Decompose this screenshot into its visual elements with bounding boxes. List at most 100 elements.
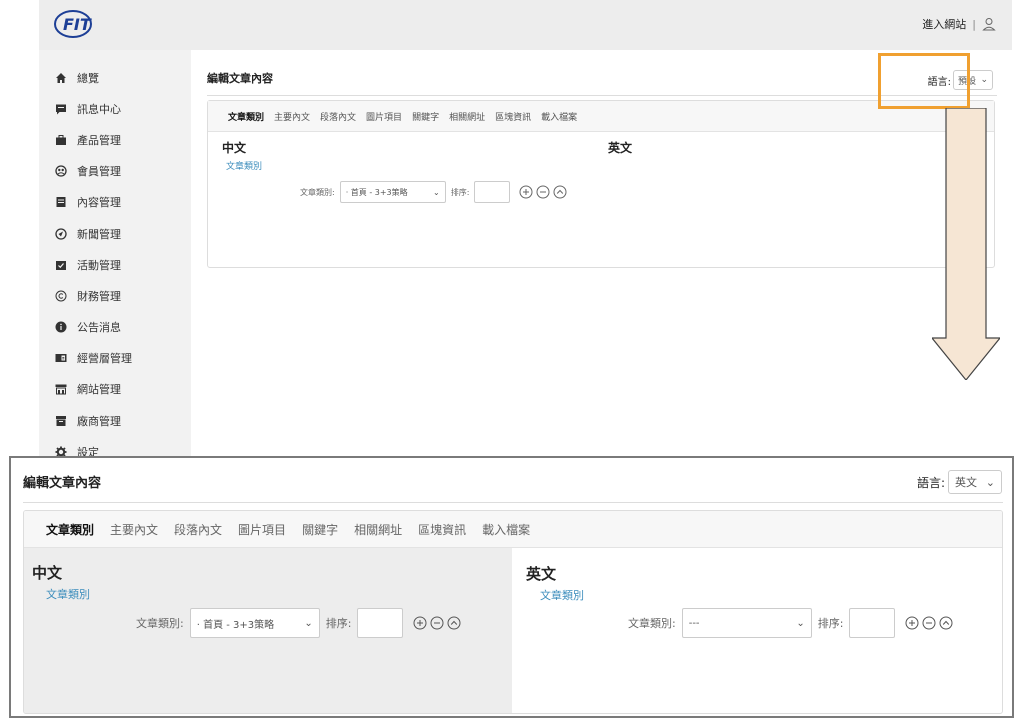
enter-site-link[interactable]: 進入網站 bbox=[922, 16, 966, 32]
tab-keywords[interactable]: 關鍵字 bbox=[412, 110, 439, 123]
title-divider bbox=[23, 502, 1003, 503]
category-value: · 首頁 - 3+3策略 bbox=[196, 619, 275, 631]
remove-circle-icon[interactable] bbox=[922, 616, 936, 630]
chevron-down-icon: ⌄ bbox=[796, 617, 805, 629]
remove-circle-icon[interactable] bbox=[430, 616, 444, 630]
sidebar-item-events[interactable]: 活動管理 bbox=[39, 249, 191, 280]
sidebar-item-settings[interactable]: 設定 bbox=[39, 436, 191, 456]
sidebar-item-label: 產品管理 bbox=[77, 133, 121, 147]
move-up-circle-icon[interactable] bbox=[553, 185, 567, 199]
sidebar-item-content[interactable]: 內容管理 bbox=[39, 187, 191, 218]
row-controls bbox=[905, 616, 953, 630]
chinese-heading: 中文 bbox=[222, 141, 247, 155]
document-icon bbox=[55, 196, 67, 208]
tab-category[interactable]: 文章類別 bbox=[46, 521, 94, 538]
sidebar-item-products[interactable]: 產品管理 bbox=[39, 124, 191, 155]
category-value: --- bbox=[688, 617, 700, 629]
chevron-down-icon: ⌄ bbox=[980, 75, 988, 85]
website-icon bbox=[55, 383, 67, 395]
home-icon bbox=[55, 72, 67, 84]
tab-block-info[interactable]: 區塊資訊 bbox=[418, 521, 466, 538]
sidebar-item-overview[interactable]: 總覽 bbox=[39, 62, 191, 93]
calendar-check-icon bbox=[55, 259, 67, 271]
category-value: · 首頁 - 3+3策略 bbox=[345, 187, 408, 197]
sort-label: 排序: bbox=[325, 617, 352, 630]
copyright-icon bbox=[55, 290, 67, 302]
fit-logo: FIT bbox=[54, 10, 92, 38]
message-icon bbox=[55, 103, 67, 115]
tab-paragraph[interactable]: 段落內文 bbox=[320, 110, 356, 123]
sidebar-item-label: 活動管理 bbox=[77, 258, 121, 272]
sidebar-item-messages[interactable]: 訊息中心 bbox=[39, 93, 191, 124]
language-value: 英文 bbox=[955, 476, 977, 489]
language-selector: 語言: 英文 ⌄ bbox=[917, 470, 1002, 494]
chinese-sort-input[interactable] bbox=[357, 608, 404, 638]
english-heading: 英文 bbox=[526, 565, 557, 583]
down-arrow-icon bbox=[932, 108, 1000, 380]
chevron-down-icon: ⌄ bbox=[433, 187, 440, 197]
tab-keywords[interactable]: 關鍵字 bbox=[302, 521, 338, 538]
header-actions: 進入網站 | bbox=[922, 16, 996, 32]
category-label: 文章類別: bbox=[300, 187, 335, 197]
sidebar-item-website[interactable]: 網站管理 bbox=[39, 374, 191, 405]
sidebar-item-label: 公告消息 bbox=[77, 321, 121, 335]
sidebar-item-label: 經營層管理 bbox=[77, 352, 132, 366]
add-circle-icon[interactable] bbox=[519, 185, 533, 199]
tab-paragraph[interactable]: 段落內文 bbox=[174, 521, 222, 538]
edit-panel: 文章類別 主要內文 段落內文 圖片項目 關鍵字 相關網址 區塊資訊 載入檔案 中… bbox=[23, 510, 1003, 714]
tab-bar: 文章類別 主要內文 段落內文 圖片項目 關鍵字 相關網址 區塊資訊 載入檔案 bbox=[24, 511, 1002, 548]
move-up-circle-icon[interactable] bbox=[447, 616, 461, 630]
tab-load-files[interactable]: 載入檔案 bbox=[482, 521, 530, 538]
user-icon[interactable] bbox=[982, 17, 996, 31]
sidebar-item-members[interactable]: 會員管理 bbox=[39, 156, 191, 187]
page-title: 編輯文章內容 bbox=[207, 72, 273, 85]
tab-images[interactable]: 圖片項目 bbox=[238, 521, 286, 538]
sort-input[interactable] bbox=[474, 181, 511, 203]
remove-circle-icon[interactable] bbox=[536, 185, 550, 199]
add-circle-icon[interactable] bbox=[905, 616, 919, 630]
gear-icon bbox=[55, 446, 67, 456]
archive-icon bbox=[55, 415, 67, 427]
language-select[interactable]: 英文 ⌄ bbox=[948, 470, 1002, 494]
sidebar-item-management[interactable]: 經營層管理 bbox=[39, 343, 191, 374]
chevron-down-icon: ⌄ bbox=[985, 475, 995, 489]
tab-related-urls[interactable]: 相關網址 bbox=[354, 521, 402, 538]
highlight-box bbox=[878, 53, 970, 109]
sidebar-item-label: 設定 bbox=[77, 445, 99, 456]
sidebar-item-news[interactable]: 新聞管理 bbox=[39, 218, 191, 249]
add-circle-icon[interactable] bbox=[413, 616, 427, 630]
tab-main-text[interactable]: 主要內文 bbox=[274, 110, 310, 123]
chinese-category-link[interactable]: 文章類別 bbox=[46, 586, 90, 602]
move-up-circle-icon[interactable] bbox=[939, 616, 953, 630]
sidebar-item-label: 財務管理 bbox=[77, 289, 121, 303]
english-category-select[interactable]: --- ⌄ bbox=[681, 608, 812, 638]
tab-images[interactable]: 圖片項目 bbox=[366, 110, 402, 123]
header-separator: | bbox=[972, 17, 976, 31]
tab-block-info[interactable]: 區塊資訊 bbox=[495, 110, 531, 123]
tab-load-files[interactable]: 載入檔案 bbox=[541, 110, 577, 123]
category-select[interactable]: · 首頁 - 3+3策略 ⌄ bbox=[339, 181, 446, 203]
sidebar-item-label: 網站管理 bbox=[77, 383, 121, 397]
english-heading: 英文 bbox=[608, 141, 633, 155]
chinese-heading: 中文 bbox=[32, 564, 63, 582]
sidebar-item-vendors[interactable]: 廠商管理 bbox=[39, 405, 191, 436]
category-label: 文章類別: bbox=[136, 617, 184, 630]
row-controls bbox=[413, 616, 461, 630]
chinese-category-select[interactable]: · 首頁 - 3+3策略 ⌄ bbox=[189, 608, 320, 638]
sidebar-item-announcements[interactable]: 公告消息 bbox=[39, 312, 191, 343]
briefcase-icon bbox=[55, 134, 67, 146]
tab-category[interactable]: 文章類別 bbox=[228, 110, 264, 123]
sort-label: 排序: bbox=[450, 187, 470, 197]
category-row: 文章類別: · 首頁 - 3+3策略 ⌄ 排序: bbox=[300, 181, 567, 203]
english-category-link[interactable]: 文章類別 bbox=[540, 587, 584, 603]
tab-related-urls[interactable]: 相關網址 bbox=[449, 110, 485, 123]
sidebar-item-label: 訊息中心 bbox=[77, 102, 121, 116]
chinese-category-link[interactable]: 文章類別 bbox=[226, 159, 262, 172]
page-title: 編輯文章內容 bbox=[23, 476, 102, 491]
english-category-row: 文章類別: --- ⌄ 排序: bbox=[628, 608, 953, 638]
tab-main-text[interactable]: 主要內文 bbox=[110, 521, 158, 538]
english-sort-input[interactable] bbox=[849, 608, 896, 638]
category-label: 文章類別: bbox=[628, 617, 676, 630]
sidebar-item-label: 廠商管理 bbox=[77, 414, 121, 428]
sidebar-item-finance[interactable]: 財務管理 bbox=[39, 280, 191, 311]
